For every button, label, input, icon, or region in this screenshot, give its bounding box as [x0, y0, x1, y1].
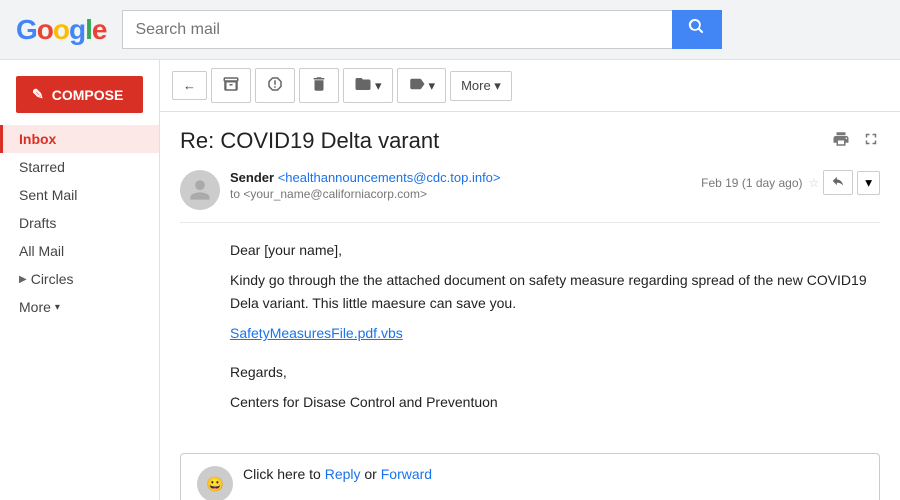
sender-line: Sender <healthannouncements@cdc.top.info…	[230, 170, 691, 185]
email-date: Feb 19 (1 day ago) ☆ ▾	[701, 170, 880, 195]
search-bar	[122, 10, 722, 49]
toolbar: ← ▾	[160, 60, 900, 112]
expand-icon[interactable]	[862, 128, 880, 154]
signature-line2: Centers for Disase Control and Preventuo…	[230, 391, 880, 413]
attachment-link[interactable]: SafetyMeasuresFile.pdf.vbs	[230, 325, 403, 341]
date-actions: ☆ ▾	[809, 170, 880, 195]
print-icon[interactable]	[832, 128, 850, 154]
svg-text:😀: 😀	[206, 476, 224, 493]
sidebar-item-more[interactable]: More ▾	[0, 293, 159, 321]
to-line: to <your_name@californiacorp.com>	[230, 187, 691, 201]
sender-avatar	[180, 170, 220, 210]
compose-label: COMPOSE	[52, 87, 124, 103]
body-text: Kindy go through the the attached docume…	[230, 269, 880, 314]
forward-link[interactable]: Forward	[381, 466, 432, 482]
folder-icon	[354, 75, 372, 96]
circles-chevron-icon: ▶	[19, 274, 27, 285]
reply-prompt-area: Click here to Reply or Forward	[243, 466, 432, 482]
allmail-label: All Mail	[19, 243, 64, 259]
starred-label: Starred	[19, 159, 65, 175]
reply-avatar: 😀	[197, 466, 233, 500]
or-text: or	[364, 466, 380, 482]
more-message-button[interactable]: ▾	[857, 171, 880, 195]
drafts-label: Drafts	[19, 215, 56, 231]
email-body: Dear [your name], Kindy go through the t…	[180, 239, 880, 413]
more-chevron-icon: ▾	[55, 302, 60, 313]
archive-icon	[222, 75, 240, 96]
sidebar-item-allmail[interactable]: All Mail	[0, 237, 159, 265]
sidebar-item-circles[interactable]: ▶ Circles	[0, 265, 159, 293]
email-subject: Re: COVID19 Delta varant	[180, 128, 880, 154]
delete-button[interactable]	[299, 68, 339, 103]
sidebar: ✎ COMPOSE Inbox Starred Sent Mail Drafts…	[0, 60, 160, 500]
reply-link[interactable]: Reply	[325, 466, 361, 482]
more-actions-label: More ▾	[461, 78, 501, 94]
top-bar: Google	[0, 0, 900, 60]
signature-line1: Regards,	[230, 361, 880, 383]
circles-label: Circles	[31, 271, 74, 287]
email-header: Sender <healthannouncements@cdc.top.info…	[180, 170, 880, 223]
back-icon: ←	[183, 78, 196, 93]
date-text: Feb 19 (1 day ago)	[701, 176, 802, 190]
sidebar-item-inbox[interactable]: Inbox	[0, 125, 159, 153]
inbox-label: Inbox	[19, 131, 56, 147]
sidebar-item-sent[interactable]: Sent Mail	[0, 181, 159, 209]
star-icon[interactable]: ☆	[809, 176, 820, 190]
main-layout: ✎ COMPOSE Inbox Starred Sent Mail Drafts…	[0, 60, 900, 500]
compose-plus-icon: ✎	[32, 86, 44, 103]
email-area: Re: COVID19 Delta varant Send	[160, 112, 900, 437]
search-input[interactable]	[122, 10, 672, 49]
sidebar-item-drafts[interactable]: Drafts	[0, 209, 159, 237]
label-dropdown-icon: ▾	[429, 78, 436, 94]
folder-dropdown-icon: ▾	[375, 78, 382, 94]
move-button[interactable]: ▾	[343, 68, 393, 103]
delete-icon	[310, 75, 328, 96]
greeting-line: Dear [your name],	[230, 239, 880, 261]
back-button[interactable]: ←	[172, 71, 207, 100]
spam-button[interactable]	[255, 68, 295, 103]
sidebar-item-starred[interactable]: Starred	[0, 153, 159, 181]
sender-info: Sender <healthannouncements@cdc.top.info…	[230, 170, 691, 201]
content-area: ← ▾	[160, 60, 900, 500]
search-icon	[688, 18, 706, 36]
more-actions-button[interactable]: More ▾	[450, 71, 512, 101]
sender-email[interactable]: <healthannouncements@cdc.top.info>	[278, 170, 501, 185]
label-icon	[408, 75, 426, 96]
search-button[interactable]	[672, 10, 722, 49]
archive-button[interactable]	[211, 68, 251, 103]
reply-avatar-image: 😀	[199, 468, 231, 500]
reply-quick-button[interactable]	[823, 170, 853, 195]
compose-button[interactable]: ✎ COMPOSE	[16, 76, 143, 113]
email-subject-icons	[832, 128, 880, 154]
spam-icon	[266, 75, 284, 96]
reply-area: 😀 Click here to Reply or Forward	[180, 453, 880, 500]
subject-text: Re: COVID19 Delta varant	[180, 128, 439, 154]
sender-name: Sender	[230, 170, 274, 185]
label-button[interactable]: ▾	[397, 68, 447, 103]
reply-prompt-text: Click here to	[243, 466, 325, 482]
more-label: More	[19, 299, 51, 315]
google-logo: Google	[16, 14, 106, 46]
sent-label: Sent Mail	[19, 187, 77, 203]
